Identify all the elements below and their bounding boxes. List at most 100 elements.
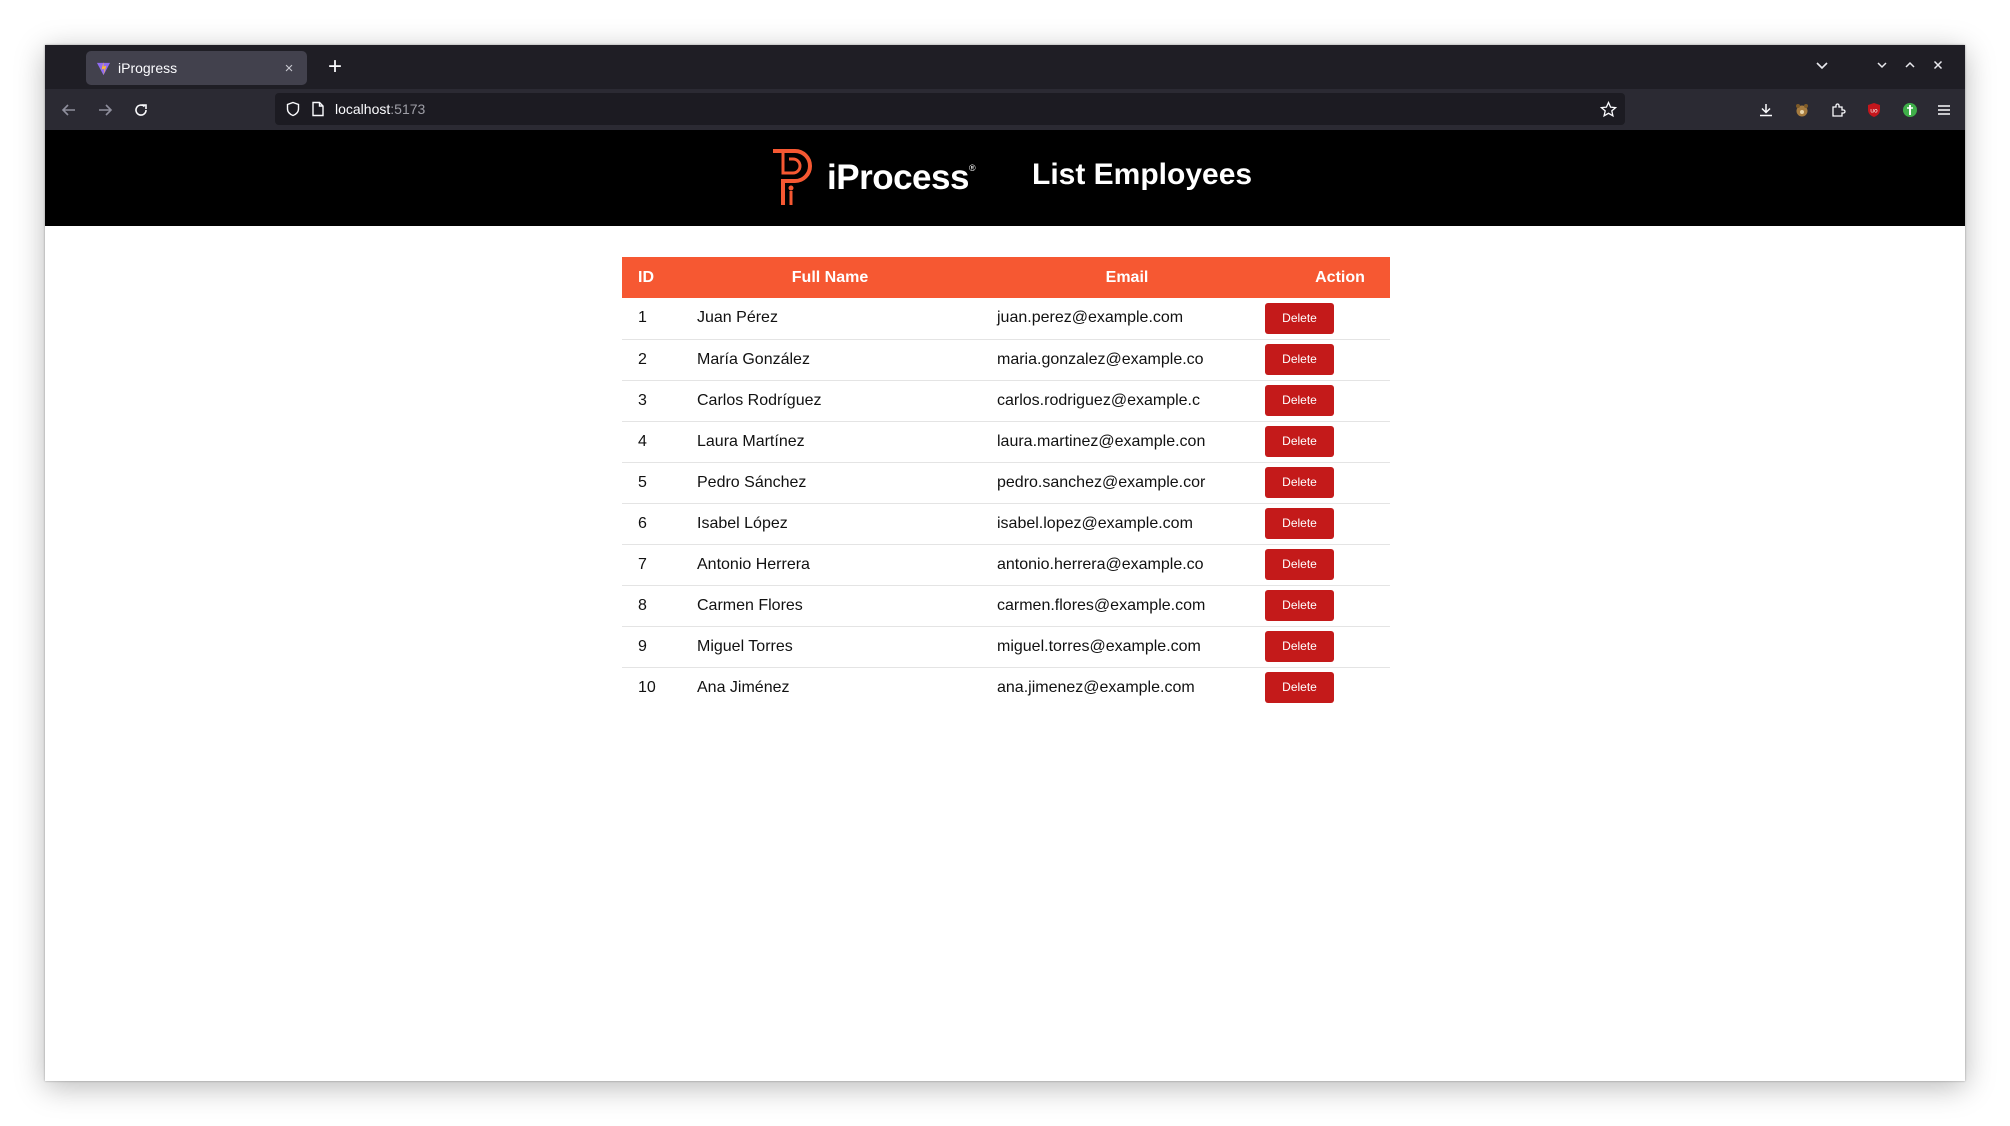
ublock-origin-icon: uo [1868,103,1880,117]
profile-extension-button[interactable] [1787,95,1817,125]
tab-list-chevron-icon[interactable] [1808,53,1836,81]
employee-id: 6 [638,514,647,532]
employee-id: 4 [638,432,647,450]
action-cell: Delete [1210,298,1390,339]
shield-icon[interactable] [285,101,301,117]
logo-wordmark: iProcess [827,158,969,197]
close-tab-icon[interactable]: × [281,60,297,77]
app-menu-button[interactable] [1929,95,1959,125]
employee-id: 5 [638,473,647,491]
delete-button[interactable]: Delete [1265,302,1334,334]
table-header-row: ID Full Name Email Action [622,257,1390,298]
employee-name: María González [697,350,810,368]
delete-button[interactable]: Delete [1265,426,1334,457]
employee-email: carmen.flores@example.com [997,596,1206,614]
employee-email: miguel.torres@example.com [997,637,1201,655]
employee-id: 3 [638,391,647,409]
employee-id: 9 [638,637,647,655]
employees-table-container: ID Full Name Email Action 1 Juan Pérez j… [622,257,1390,708]
green-shield-extension-icon [1903,103,1917,117]
url-host: localhost [335,101,391,117]
extensions-button[interactable] [1823,95,1853,125]
navigation-toolbar: localhost:5173 uo [45,89,1965,130]
employee-name: Pedro Sánchez [697,473,807,491]
employee-name: Antonio Herrera [697,555,810,573]
employee-email: antonio.herrera@example.co [997,555,1204,573]
column-header-full-name: Full Name [791,268,869,286]
action-cell: Delete [1210,462,1390,503]
arrow-right-icon [99,104,113,116]
employee-name: Carmen Flores [697,596,803,614]
delete-button[interactable]: Delete [1265,344,1334,375]
privacy-extension-button[interactable] [1895,95,1925,125]
new-tab-button[interactable]: + [320,52,350,82]
tab-title: iProgress [118,60,178,76]
iprocess-logo-mark-icon [773,149,812,205]
employee-name: Ana Jiménez [697,678,790,696]
url-bar[interactable]: localhost:5173 [275,93,1625,125]
action-cell: Delete [1210,626,1390,667]
close-window-icon[interactable] [1924,53,1952,81]
reload-icon [135,104,147,116]
employee-email: juan.perez@example.com [997,309,1184,327]
maximize-icon[interactable] [1896,53,1924,81]
delete-button[interactable]: Delete [1265,508,1334,539]
action-cell: Delete [1210,667,1390,708]
star-icon[interactable] [1600,101,1617,118]
table-row: 8 Carmen Flores carmen.flores@example.co… [622,585,1390,626]
delete-button[interactable]: Delete [1265,385,1334,416]
tab-iprogress[interactable]: iProgress × [86,51,307,85]
arrow-left-icon [61,104,75,116]
action-cell: Delete [1210,503,1390,544]
column-header-action: Action [1210,257,1390,298]
delete-button[interactable]: Delete [1265,467,1334,498]
employee-email: isabel.lopez@example.com [997,514,1193,532]
table-row: 4 Laura Martínez laura.martinez@example.… [622,421,1390,462]
delete-button[interactable]: Delete [1265,590,1334,621]
employee-name: Isabel López [697,514,788,532]
employees-table: ID Full Name Email Action 1 Juan Pérez j… [622,257,1390,708]
table-row: 6 Isabel López isabel.lopez@example.com … [622,503,1390,544]
action-cell: Delete [1210,339,1390,380]
employee-email: carlos.rodriguez@example.c [997,391,1200,409]
puzzle-icon [1832,103,1846,117]
page-icon[interactable] [311,101,325,117]
logo-registered-mark: ® [968,163,976,173]
app-header: iProcess ® List Employees [45,130,1965,226]
forward-button[interactable] [90,95,120,125]
tab-strip: iProgress × + [45,45,1965,89]
table-row: 7 Antonio Herrera antonio.herrera@exampl… [622,544,1390,585]
downloads-button[interactable] [1751,95,1781,125]
action-cell: Delete [1210,421,1390,462]
employee-name: Juan Pérez [697,309,778,327]
back-button[interactable] [54,95,84,125]
employee-email: pedro.sanchez@example.cor [997,473,1206,491]
ublock-button[interactable]: uo [1859,95,1889,125]
url-port: :5173 [390,101,426,117]
table-row: 2 María González maria.gonzalez@example.… [622,339,1390,380]
download-icon [1760,104,1772,117]
delete-button[interactable]: Delete [1265,631,1334,662]
table-row: 3 Carlos Rodríguez carlos.rodriguez@exam… [622,380,1390,421]
hamburger-menu-icon [1938,105,1950,115]
table-row: 10 Ana Jiménez ana.jimenez@example.com D… [622,667,1390,708]
delete-button[interactable]: Delete [1265,549,1334,580]
iprocess-logo[interactable]: iProcess ® [767,147,976,209]
employee-id: 10 [638,678,656,696]
employee-email: laura.martinez@example.con [997,432,1206,450]
column-header-id: ID [638,268,654,286]
employee-email: maria.gonzalez@example.co [997,350,1204,368]
delete-button[interactable]: Delete [1265,672,1334,704]
bear-extension-icon [1796,104,1808,117]
employee-id: 1 [638,309,647,327]
employee-id: 8 [638,596,647,614]
browser-window: iProgress × + localhost:5173 uo iProces… [45,45,1965,1081]
employee-name: Carlos Rodríguez [697,391,822,409]
column-header-email: Email [1105,268,1149,286]
reload-button[interactable] [126,95,156,125]
employee-id: 7 [638,555,647,573]
action-cell: Delete [1210,380,1390,421]
minimize-icon[interactable] [1868,53,1896,81]
employee-email: ana.jimenez@example.com [997,678,1195,696]
employee-name: Miguel Torres [697,637,793,655]
